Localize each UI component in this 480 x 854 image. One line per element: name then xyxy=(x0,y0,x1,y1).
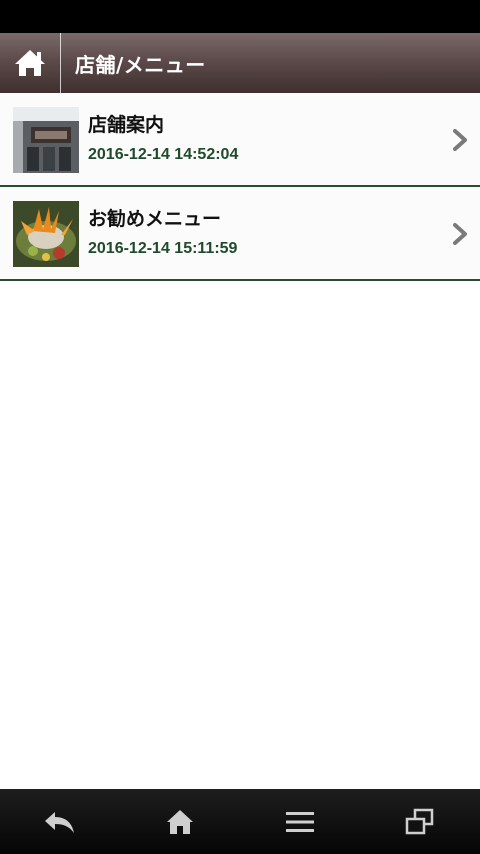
list-item-date: 2016-12-14 15:11:59 xyxy=(88,240,238,257)
list-item-store-info[interactable]: 店舗案内 2016-12-14 14:52:04 xyxy=(0,93,480,187)
nav-back-button[interactable] xyxy=(0,789,120,854)
article-list: 店舗案内 2016-12-14 14:52:04 お勧めメニュー 2016-12… xyxy=(0,93,480,281)
menu-icon xyxy=(286,811,314,832)
windows-icon xyxy=(405,808,434,834)
list-item-text: 店舗案内 2016-12-14 14:52:04 xyxy=(88,113,238,165)
home-icon xyxy=(15,50,45,76)
list-item-text: お勧めメニュー 2016-12-14 15:11:59 xyxy=(88,207,237,259)
status-bar xyxy=(0,0,480,33)
dish-thumbnail xyxy=(13,201,79,267)
nav-windows-button[interactable] xyxy=(360,789,480,854)
back-icon xyxy=(45,811,74,833)
bottom-navigation xyxy=(0,789,480,854)
list-item-title: お勧めメニュー xyxy=(88,208,222,230)
list-item-date: 2016-12-14 14:52:04 xyxy=(88,146,239,163)
nav-menu-button[interactable] xyxy=(240,789,360,854)
chevron-right-icon xyxy=(453,129,467,151)
chevron-right-icon xyxy=(453,223,467,245)
storefront-thumbnail xyxy=(13,107,79,173)
list-item-recommended-menu[interactable]: お勧めメニュー 2016-12-14 15:11:59 xyxy=(0,187,480,281)
home-icon xyxy=(167,809,193,834)
header-home-button[interactable] xyxy=(0,33,61,93)
list-item-title: 店舗案内 xyxy=(88,114,165,136)
header-bar: 店舗/メニュー xyxy=(0,33,480,93)
page-title: 店舗/メニュー xyxy=(75,52,206,77)
nav-home-button[interactable] xyxy=(120,789,240,854)
